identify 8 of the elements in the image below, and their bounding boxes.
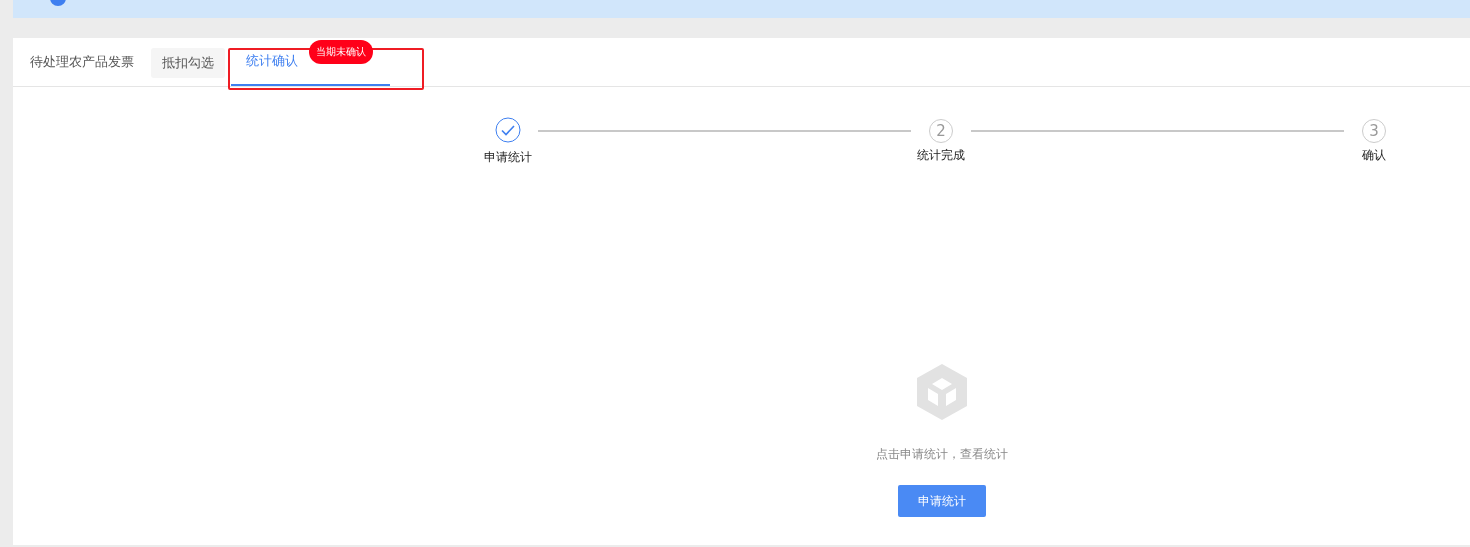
step-label: 统计完成 (917, 147, 965, 164)
empty-message: 点击申请统计，查看统计 (876, 446, 1008, 463)
step-label: 确认 (1362, 147, 1386, 164)
step-label: 申请统计 (484, 149, 532, 166)
status-badge: 当期未确认 (309, 40, 373, 64)
box-icon (917, 364, 967, 420)
info-icon (50, 0, 66, 6)
tab[interactable]: 抵扣勾选 (151, 48, 225, 78)
